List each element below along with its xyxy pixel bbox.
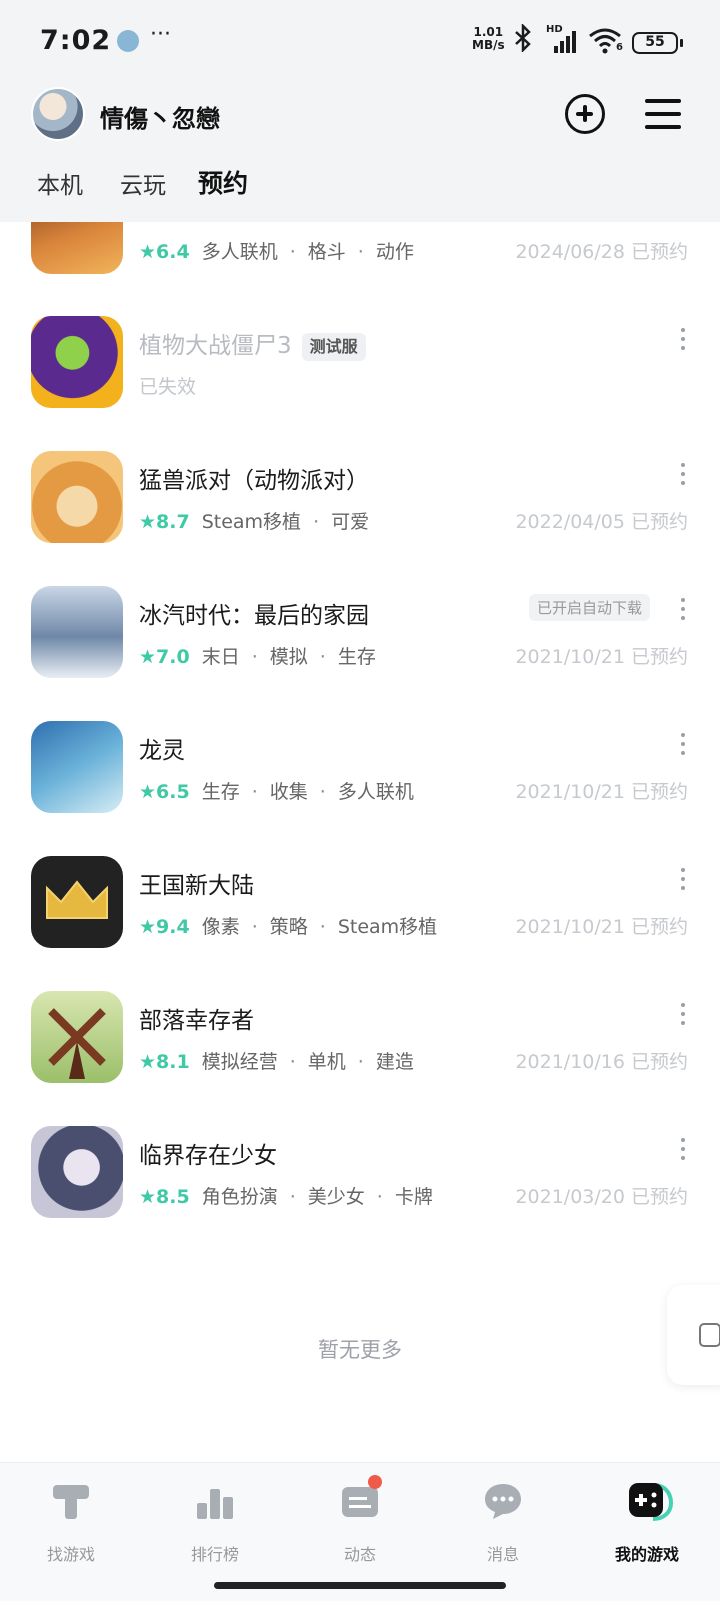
reserve-date: 2022/04/05 已预约	[515, 511, 688, 533]
game-title: 部落幸存者	[139, 1008, 254, 1034]
game-icon[interactable]	[31, 1126, 123, 1218]
nav-find-games[interactable]: 找游戏	[21, 1481, 121, 1565]
network-speed: 1.01 MB/s	[472, 25, 505, 52]
more-options-icon[interactable]	[680, 598, 686, 620]
game-icon[interactable]	[31, 991, 123, 1083]
reserve-date: 2021/10/21 已预约	[515, 916, 688, 938]
game-icon[interactable]	[31, 222, 123, 274]
nav-feed[interactable]: 动态	[310, 1475, 410, 1565]
podium-icon	[195, 1481, 235, 1521]
game-meta: ★8.7 Steam移植 · 可爱	[139, 511, 370, 533]
clock: 7:02	[40, 25, 112, 56]
game-title: 猛兽派对（动物派对）	[139, 468, 369, 494]
game-item[interactable]: 冰汽时代：最后的家园 已开启自动下载 ★7.0 末日 · 模拟 · 生存 2021/10/…	[0, 586, 720, 724]
chat-icon	[483, 1481, 523, 1521]
app-screen: 7:02 ··· 1.01 MB/s HD 6 55 情傷丶忽戀 本机 云玩 预…	[0, 0, 720, 1601]
game-item[interactable]: 猛兽派对（动物派对） ★8.7 Steam移植 · 可爱 2022/04/05 已预约	[0, 451, 720, 589]
signal-icon: HD	[546, 24, 582, 54]
reserve-date: 2021/10/21 已预约	[515, 781, 688, 803]
download-icon	[699, 1323, 720, 1347]
game-icon[interactable]	[31, 316, 123, 408]
status-bar: 7:02 ··· 1.01 MB/s HD 6 55	[0, 0, 720, 84]
tab-reservations[interactable]: 预约	[195, 164, 251, 200]
more-options-icon[interactable]	[680, 1003, 686, 1025]
game-item[interactable]: 部落幸存者 ★8.1 模拟经营 · 单机 · 建造 2021/10/16 已预约	[0, 991, 720, 1129]
nav-rankings[interactable]: 排行榜	[165, 1481, 265, 1565]
reserve-date: 2021/03/20 已预约	[515, 1186, 688, 1208]
notification-dot	[368, 1475, 382, 1489]
reserve-date: 2021/10/16 已预约	[515, 1051, 688, 1073]
gamepad-icon	[627, 1481, 674, 1521]
game-title: 龙灵	[139, 738, 185, 764]
reservation-list[interactable]: ★6.4 多人联机 · 格斗 · 动作 2024/06/28 已预约 植物大战僵尸3 测试服…	[0, 222, 720, 1462]
more-options-icon[interactable]	[680, 868, 686, 890]
beta-badge: 测试服	[301, 332, 366, 361]
tab-cloud-play[interactable]: 云玩	[120, 166, 166, 200]
nav-my-games[interactable]: 我的游戏	[597, 1481, 697, 1565]
bluetooth-icon	[512, 22, 534, 58]
game-status: 已失效	[139, 376, 197, 398]
add-button[interactable]	[565, 94, 605, 134]
reserve-date: 2024/06/28 已预约	[515, 241, 688, 263]
user-bar: 情傷丶忽戀	[0, 86, 720, 146]
windmill-icon	[48, 1008, 106, 1079]
bottom-nav: 找游戏 排行榜 动态 消息 我的游戏	[0, 1462, 720, 1601]
game-meta: ★8.5 角色扮演 · 美少女 · 卡牌	[139, 1186, 433, 1208]
username[interactable]: 情傷丶忽戀	[100, 99, 220, 134]
no-more-label: 暂无更多	[318, 1338, 402, 1362]
game-item[interactable]: 植物大战僵尸3 测试服 已失效	[0, 316, 720, 454]
crown-icon	[46, 880, 108, 919]
game-item[interactable]: 龙灵 ★6.5 生存 · 收集 · 多人联机 2021/10/21 已预约	[0, 721, 720, 859]
game-icon[interactable]	[31, 721, 123, 813]
game-item[interactable]: ★6.4 多人联机 · 格斗 · 动作 2024/06/28 已预约	[0, 222, 720, 320]
more-notifications-icon: ···	[150, 22, 171, 47]
game-meta: ★7.0 末日 · 模拟 · 生存	[139, 646, 376, 668]
game-meta: ★9.4 像素 · 策略 · Steam移植	[139, 916, 438, 938]
wifi-icon: 6	[588, 26, 624, 54]
tab-bar: 本机 云玩 预约	[0, 166, 720, 210]
more-options-icon[interactable]	[680, 328, 686, 350]
header: 7:02 ··· 1.01 MB/s HD 6 55 情傷丶忽戀 本机 云玩 预…	[0, 0, 720, 222]
avatar[interactable]	[31, 87, 85, 141]
home-indicator[interactable]	[214, 1582, 506, 1589]
battery-icon: 55	[632, 32, 683, 54]
nav-messages[interactable]: 消息	[453, 1481, 553, 1565]
more-options-icon[interactable]	[680, 1138, 686, 1160]
download-manager-button[interactable]	[667, 1285, 720, 1385]
game-icon[interactable]	[31, 586, 123, 678]
notification-app-icon	[117, 30, 139, 52]
more-options-icon[interactable]	[680, 733, 686, 755]
game-title: 植物大战僵尸3 测试服	[139, 326, 366, 361]
auto-download-badge: 已开启自动下载	[528, 594, 650, 621]
game-item[interactable]: 王国新大陆 ★9.4 像素 · 策略 · Steam移植 2021/10/21 已预约	[0, 856, 720, 994]
more-options-icon[interactable]	[680, 463, 686, 485]
tab-local[interactable]: 本机	[37, 166, 83, 200]
menu-icon[interactable]	[645, 99, 681, 129]
game-title: 临界存在少女	[139, 1143, 277, 1169]
game-title: 冰汽时代：最后的家园	[139, 603, 369, 629]
game-title: 王国新大陆	[139, 873, 254, 899]
game-icon[interactable]	[31, 451, 123, 543]
game-item[interactable]: 临界存在少女 ★8.5 角色扮演 · 美少女 · 卡牌 2021/03/20 已预约	[0, 1126, 720, 1264]
game-icon[interactable]	[31, 856, 123, 948]
feed-icon	[340, 1475, 382, 1521]
game-meta: ★6.5 生存 · 收集 · 多人联机	[139, 781, 414, 803]
game-meta: ★6.4 多人联机 · 格斗 · 动作	[139, 241, 414, 263]
reserve-date: 2021/10/21 已预约	[515, 646, 688, 668]
game-meta: ★8.1 模拟经营 · 单机 · 建造	[139, 1051, 414, 1073]
hammer-icon	[51, 1481, 91, 1521]
